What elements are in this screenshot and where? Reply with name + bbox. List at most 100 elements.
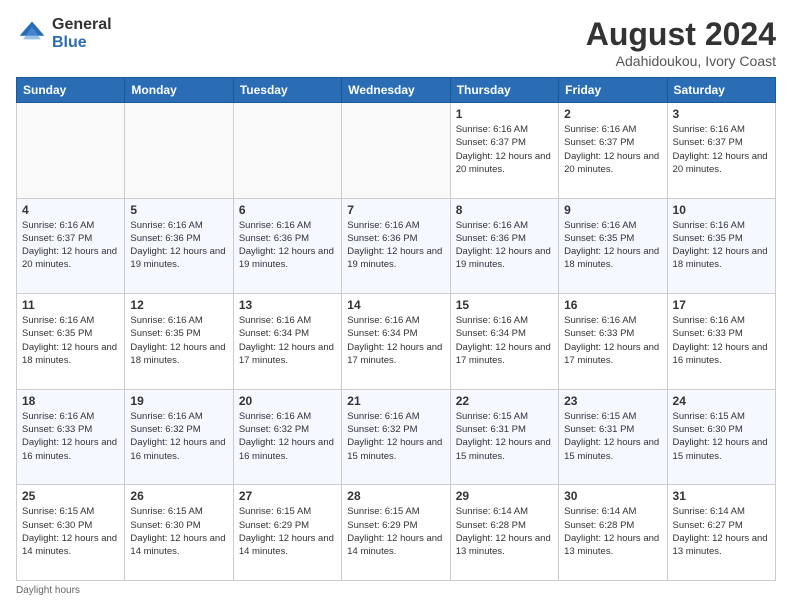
day-number: 30	[564, 489, 661, 503]
logo-general: General	[52, 16, 112, 34]
day-number: 11	[22, 298, 119, 312]
day-number: 13	[239, 298, 336, 312]
day-number: 9	[564, 203, 661, 217]
calendar-week-row: 18 Sunrise: 6:16 AMSunset: 6:33 PMDayligh…	[17, 389, 776, 485]
day-info: Sunrise: 6:16 AMSunset: 6:34 PMDaylight:…	[347, 314, 444, 367]
weekday-header: Wednesday	[342, 78, 450, 103]
day-info: Sunrise: 6:16 AMSunset: 6:36 PMDaylight:…	[347, 219, 444, 272]
logo-blue: Blue	[52, 34, 112, 52]
calendar-page: General Blue August 2024 Adahidoukou, Iv…	[0, 0, 792, 612]
calendar-cell: 24 Sunrise: 6:15 AMSunset: 6:30 PMDayligh…	[667, 389, 775, 485]
day-number: 1	[456, 107, 553, 121]
calendar-cell: 10Sunrise: 6:16 AMSunset: 6:35 PMDayligh…	[667, 198, 775, 294]
day-number: 31	[673, 489, 770, 503]
calendar-cell: 30 Sunrise: 6:14 AMSunset: 6:28 PMDayligh…	[559, 485, 667, 581]
day-number: 2	[564, 107, 661, 121]
day-info: Sunrise: 6:16 AMSunset: 6:37 PMDaylight:…	[564, 123, 661, 176]
logo-icon	[16, 18, 48, 50]
day-info: Sunrise: 6:16 AMSunset: 6:36 PMDaylight:…	[239, 219, 336, 272]
day-info: Sunrise: 6:15 AMSunset: 6:30 PMDaylight:…	[22, 505, 119, 558]
calendar-week-row: 1 Sunrise: 6:16 AMSunset: 6:37 PMDaylight…	[17, 103, 776, 199]
calendar-cell: 12 Sunrise: 6:16 AMSunset: 6:35 PMDayligh…	[125, 294, 233, 390]
calendar-cell: 11Sunrise: 6:16 AMSunset: 6:35 PMDayligh…	[17, 294, 125, 390]
day-number: 8	[456, 203, 553, 217]
day-number: 3	[673, 107, 770, 121]
calendar-cell: 31Sunrise: 6:14 AMSunset: 6:27 PMDayligh…	[667, 485, 775, 581]
day-number: 22	[456, 394, 553, 408]
calendar-cell	[17, 103, 125, 199]
calendar-cell: 29Sunrise: 6:14 AMSunset: 6:28 PMDayligh…	[450, 485, 558, 581]
calendar-cell: 17 Sunrise: 6:16 AMSunset: 6:33 PMDayligh…	[667, 294, 775, 390]
day-info: Sunrise: 6:16 AMSunset: 6:33 PMDaylight:…	[564, 314, 661, 367]
day-info: Sunrise: 6:16 AMSunset: 6:35 PMDaylight:…	[564, 219, 661, 272]
day-info: Sunrise: 6:15 AMSunset: 6:30 PMDaylight:…	[130, 505, 227, 558]
day-number: 26	[130, 489, 227, 503]
calendar-cell: 23 Sunrise: 6:15 AMSunset: 6:31 PMDayligh…	[559, 389, 667, 485]
day-number: 10	[673, 203, 770, 217]
calendar-cell: 25 Sunrise: 6:15 AMSunset: 6:30 PMDayligh…	[17, 485, 125, 581]
calendar-title: August 2024	[586, 16, 776, 53]
day-info: Sunrise: 6:16 AMSunset: 6:37 PMDaylight:…	[22, 219, 119, 272]
day-number: 19	[130, 394, 227, 408]
day-info: Sunrise: 6:14 AMSunset: 6:28 PMDaylight:…	[564, 505, 661, 558]
day-info: Sunrise: 6:14 AMSunset: 6:28 PMDaylight:…	[456, 505, 553, 558]
day-info: Sunrise: 6:16 AMSunset: 6:33 PMDaylight:…	[673, 314, 770, 367]
day-number: 17	[673, 298, 770, 312]
day-number: 27	[239, 489, 336, 503]
day-info: Sunrise: 6:15 AMSunset: 6:31 PMDaylight:…	[564, 410, 661, 463]
title-block: August 2024 Adahidoukou, Ivory Coast	[586, 16, 776, 69]
day-info: Sunrise: 6:16 AMSunset: 6:35 PMDaylight:…	[130, 314, 227, 367]
day-number: 21	[347, 394, 444, 408]
calendar-week-row: 25 Sunrise: 6:15 AMSunset: 6:30 PMDayligh…	[17, 485, 776, 581]
day-info: Sunrise: 6:16 AMSunset: 6:34 PMDaylight:…	[456, 314, 553, 367]
calendar-cell: 5Sunrise: 6:16 AMSunset: 6:36 PMDaylight…	[125, 198, 233, 294]
calendar-cell: 28Sunrise: 6:15 AMSunset: 6:29 PMDayligh…	[342, 485, 450, 581]
calendar-cell: 26 Sunrise: 6:15 AMSunset: 6:30 PMDayligh…	[125, 485, 233, 581]
calendar-cell: 20 Sunrise: 6:16 AMSunset: 6:32 PMDayligh…	[233, 389, 341, 485]
day-number: 15	[456, 298, 553, 312]
day-number: 4	[22, 203, 119, 217]
calendar-cell: 7Sunrise: 6:16 AMSunset: 6:36 PMDaylight…	[342, 198, 450, 294]
logo-text: General Blue	[52, 16, 112, 51]
day-info: Sunrise: 6:16 AMSunset: 6:32 PMDaylight:…	[130, 410, 227, 463]
day-number: 16	[564, 298, 661, 312]
calendar-cell: 16 Sunrise: 6:16 AMSunset: 6:33 PMDayligh…	[559, 294, 667, 390]
header: General Blue August 2024 Adahidoukou, Iv…	[16, 16, 776, 69]
weekday-header-row: SundayMondayTuesdayWednesdayThursdayFrid…	[17, 78, 776, 103]
day-number: 12	[130, 298, 227, 312]
day-number: 14	[347, 298, 444, 312]
day-info: Sunrise: 6:16 AMSunset: 6:32 PMDaylight:…	[347, 410, 444, 463]
calendar-cell	[125, 103, 233, 199]
day-number: 20	[239, 394, 336, 408]
day-info: Sunrise: 6:15 AMSunset: 6:31 PMDaylight:…	[456, 410, 553, 463]
calendar-cell: 27 Sunrise: 6:15 AMSunset: 6:29 PMDayligh…	[233, 485, 341, 581]
calendar-cell: 8 Sunrise: 6:16 AMSunset: 6:36 PMDaylight…	[450, 198, 558, 294]
day-info: Sunrise: 6:16 AMSunset: 6:32 PMDaylight:…	[239, 410, 336, 463]
calendar-subtitle: Adahidoukou, Ivory Coast	[586, 53, 776, 69]
weekday-header: Saturday	[667, 78, 775, 103]
calendar-cell: 1 Sunrise: 6:16 AMSunset: 6:37 PMDaylight…	[450, 103, 558, 199]
day-number: 23	[564, 394, 661, 408]
calendar-cell	[342, 103, 450, 199]
calendar-cell: 21 Sunrise: 6:16 AMSunset: 6:32 PMDayligh…	[342, 389, 450, 485]
calendar-cell: 4 Sunrise: 6:16 AMSunset: 6:37 PMDaylight…	[17, 198, 125, 294]
day-number: 25	[22, 489, 119, 503]
day-number: 6	[239, 203, 336, 217]
day-number: 24	[673, 394, 770, 408]
day-number: 18	[22, 394, 119, 408]
weekday-header: Thursday	[450, 78, 558, 103]
logo: General Blue	[16, 16, 112, 51]
day-info: Sunrise: 6:15 AMSunset: 6:29 PMDaylight:…	[239, 505, 336, 558]
calendar-cell: 14 Sunrise: 6:16 AMSunset: 6:34 PMDayligh…	[342, 294, 450, 390]
day-info: Sunrise: 6:16 AMSunset: 6:37 PMDaylight:…	[456, 123, 553, 176]
day-info: Sunrise: 6:16 AMSunset: 6:33 PMDaylight:…	[22, 410, 119, 463]
weekday-header: Tuesday	[233, 78, 341, 103]
day-info: Sunrise: 6:15 AMSunset: 6:30 PMDaylight:…	[673, 410, 770, 463]
day-number: 28	[347, 489, 444, 503]
day-number: 5	[130, 203, 227, 217]
calendar-cell: 22 Sunrise: 6:15 AMSunset: 6:31 PMDayligh…	[450, 389, 558, 485]
calendar-cell: 2 Sunrise: 6:16 AMSunset: 6:37 PMDaylight…	[559, 103, 667, 199]
day-info: Sunrise: 6:16 AMSunset: 6:36 PMDaylight:…	[456, 219, 553, 272]
footer-note: Daylight hours	[16, 585, 776, 596]
calendar-cell	[233, 103, 341, 199]
